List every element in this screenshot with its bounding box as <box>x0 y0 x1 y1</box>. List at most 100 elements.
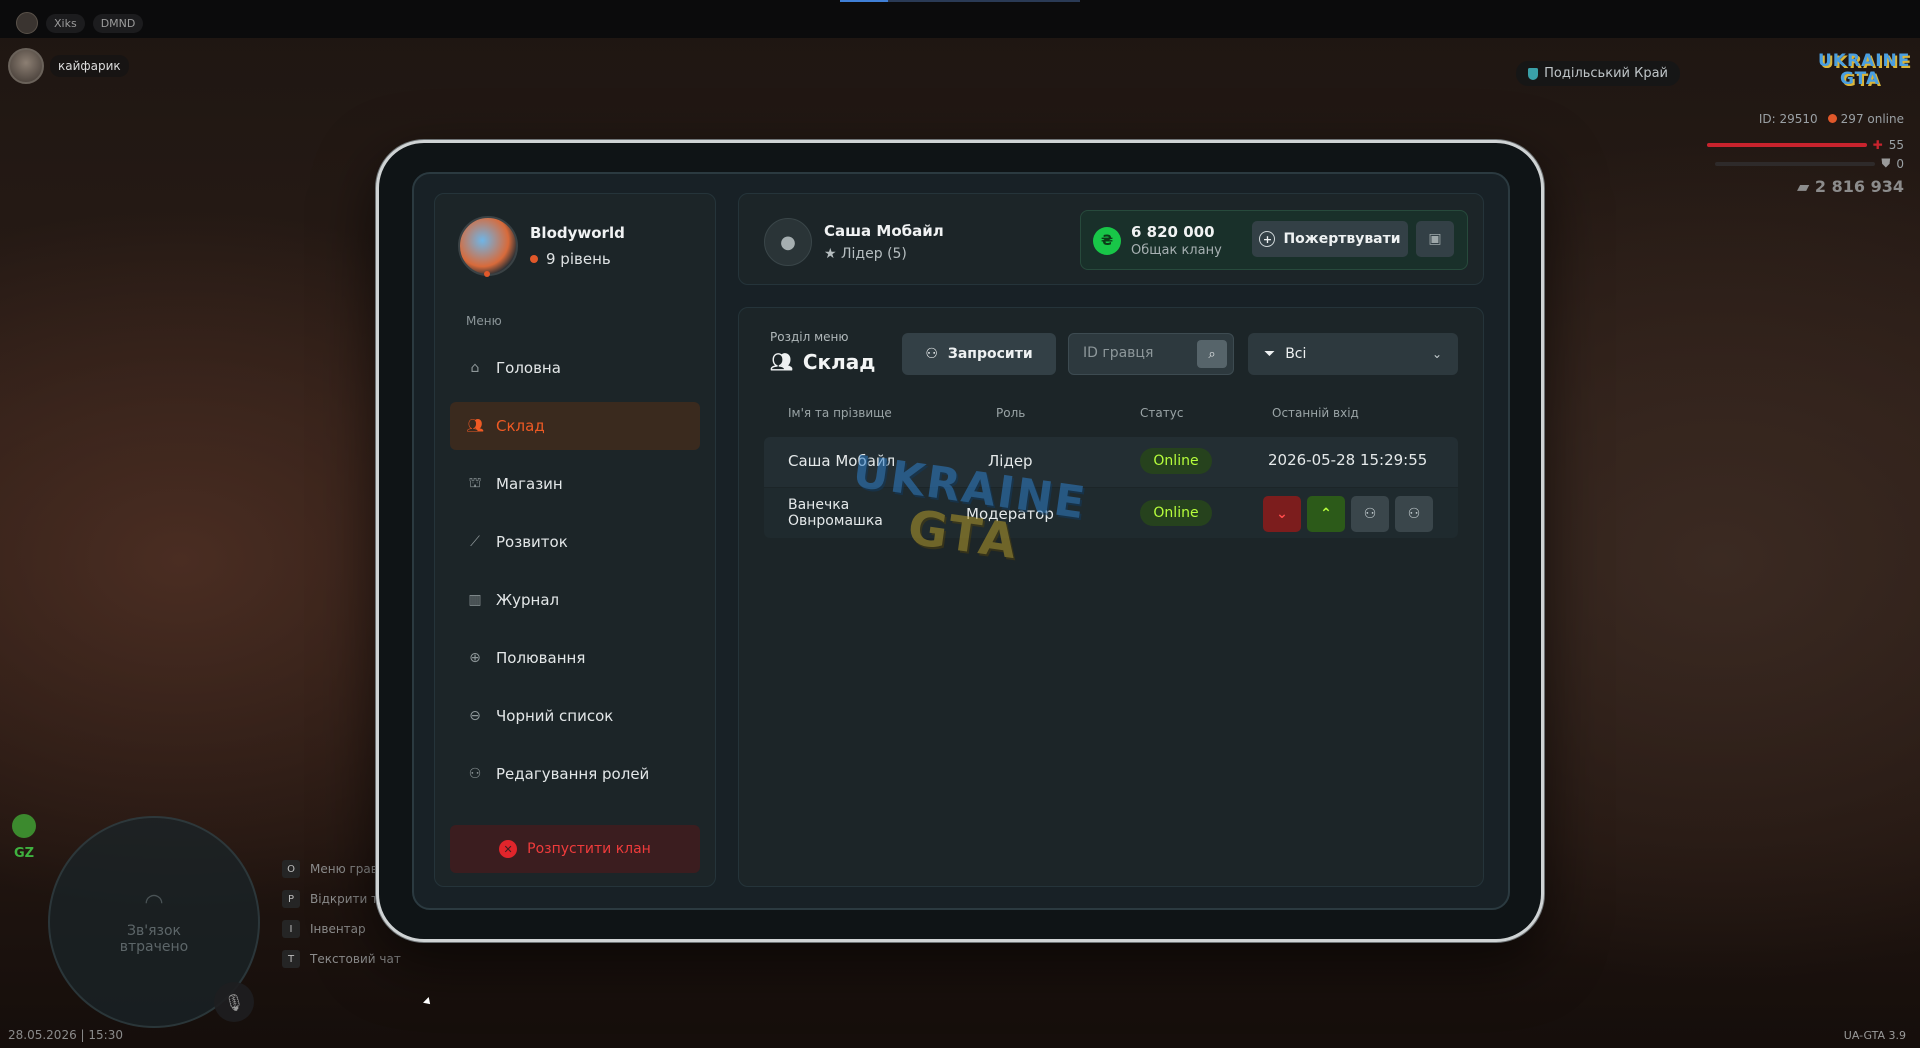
filter-icon: ⏷ <box>1264 346 1276 362</box>
column-header-last-login: Останній вхід <box>1272 406 1359 420</box>
sidebar-item-log[interactable]: ▥ Журнал <box>450 576 700 624</box>
sidebar-item-blacklist[interactable]: ⊖ Чорний список <box>450 692 700 740</box>
chart-icon: ⟋ <box>470 534 480 550</box>
book-icon: ▥ <box>468 592 482 608</box>
user-remove-icon: ⚇ <box>1363 506 1377 522</box>
mouse-cursor-icon <box>423 997 433 1007</box>
demote-button[interactable]: ⌄ <box>1263 496 1301 532</box>
loading-progress <box>840 0 1080 2</box>
user-edit-icon: ⚇ <box>468 766 482 782</box>
gz-label: GZ <box>13 846 35 861</box>
clan-name: Blodyworld <box>530 224 625 242</box>
column-header-role: Роль <box>996 406 1026 420</box>
player-search: ⌕ <box>1068 333 1234 375</box>
kick-member-button[interactable]: ⚇ <box>1351 496 1389 532</box>
safe-button[interactable]: ▣ <box>1416 221 1454 257</box>
menu-label: Меню <box>466 314 502 328</box>
close-circle-icon: ✕ <box>499 840 518 858</box>
server-chip: Подільський Край <box>1516 61 1680 86</box>
radar-status: Зв'язок втрачено <box>119 922 189 955</box>
gang-zone-indicator: GZ <box>12 814 36 861</box>
clan-avatar <box>458 216 518 277</box>
role-filter-select[interactable]: ⏷ Всі ⌄ <box>1248 333 1458 375</box>
player-chip: кайфарик <box>8 48 129 84</box>
page-title: 👥︎ Склад <box>770 350 876 374</box>
member-role: Модератор <box>966 505 1054 523</box>
money-value: 2 816 934 <box>1814 177 1904 196</box>
users-icon: 👥︎ <box>770 351 793 373</box>
leader-info: ● Саша Мобайл ★ Лідер (5) <box>764 218 944 266</box>
add-user-icon: ⚇ <box>925 346 938 362</box>
home-icon: ⌂ <box>470 360 480 376</box>
top-left-tags: Xiks DMND <box>16 12 144 34</box>
search-button[interactable]: ⌕ <box>1197 340 1227 368</box>
bank-amount: 6 820 000 <box>1131 223 1215 241</box>
datetime: 28.05.2026 | 15:30 <box>8 1028 123 1042</box>
armor-bar <box>1715 161 1876 166</box>
filter-value: Всі <box>1285 346 1307 362</box>
status-badge: Online <box>1140 500 1212 526</box>
game-logo: UKRAINE GTA <box>1818 51 1911 92</box>
basket-icon: ⛫ <box>468 475 482 491</box>
plus-circle-icon: + <box>1259 231 1276 247</box>
player-name: кайфарик <box>50 55 129 77</box>
sidebar-item-roles[interactable]: ⚇ Редагування ролей <box>450 750 700 798</box>
column-header-status: Статус <box>1140 406 1184 420</box>
health-cross-icon: ✚ <box>1872 138 1883 152</box>
disband-clan-button[interactable]: ✕ Розпустити клан <box>450 825 700 873</box>
player-id: ID: 29510 <box>1758 112 1818 126</box>
member-last-login: 2026-05-28 15:29:55 <box>1268 451 1428 469</box>
health-bar <box>1706 143 1867 147</box>
top-bar: Xiks DMND <box>0 0 1920 38</box>
clan-level: 9 рівень <box>530 250 625 268</box>
logo-line1: UKRAINE <box>1818 51 1911 71</box>
online-dot-icon <box>1827 114 1837 123</box>
armor-row: ⛊ 0 <box>1704 156 1904 171</box>
section-label: Розділ меню <box>770 330 849 344</box>
health-value: 55 <box>1888 138 1904 152</box>
mic-icon[interactable]: 🎙︎ <box>214 982 254 1022</box>
member-name: Саша Мобайл <box>788 452 896 470</box>
level-dot-icon <box>530 255 538 263</box>
chevron-down-icon: ⌄ <box>1431 347 1442 361</box>
avatar <box>8 48 44 84</box>
search-input[interactable] <box>1083 345 1193 361</box>
server-tag: DMND <box>92 13 144 33</box>
sidebar-item-hunting[interactable]: ⊕ Полювання <box>450 634 700 682</box>
sidebar-item-home[interactable]: ⌂ Головна <box>450 344 700 392</box>
money-display: ▰ 2 816 934 <box>1704 177 1904 196</box>
hint-item: T Текстовий чат <box>282 950 401 968</box>
hud-stats: ID: 29510 297 online ✚ 55 ⛊ 0 ▰ 2 816 93… <box>1704 112 1904 196</box>
sidebar-item-roster[interactable]: 👥︎ Склад <box>450 402 700 450</box>
logo-line2: GTA <box>1839 69 1881 89</box>
online-count: 297 online <box>1827 112 1904 126</box>
users-icon: 👥︎ <box>466 418 484 434</box>
hryvnia-coin-icon: ₴ <box>1093 227 1121 255</box>
column-header-name: Ім'я та прізвище <box>788 406 892 420</box>
gz-icon <box>12 814 36 838</box>
crosshair-icon: ⊕ <box>469 650 481 666</box>
invite-button[interactable]: ⚇ Запросити <box>902 333 1056 375</box>
search-icon: ⌕ <box>1208 346 1216 362</box>
sidebar-item-shop[interactable]: ⛫ Магазин <box>450 460 700 508</box>
armor-value: 0 <box>1896 156 1904 171</box>
hint-item: I Інвентар <box>282 920 401 938</box>
sidebar-menu: ⌂ Головна 👥︎ Склад ⛫ Магазин ⟋ Розвиток ▥ Жур… <box>450 344 700 808</box>
sidebar-item-development[interactable]: ⟋ Розвиток <box>450 518 700 566</box>
clan-profile: Blodyworld 9 рівень <box>458 216 625 277</box>
game-version: UA-GTA 3.9 <box>1843 1029 1906 1042</box>
status-badge: Online <box>1140 448 1212 474</box>
server-name: Подільський Край <box>1544 66 1668 81</box>
member-role: Лідер <box>988 452 1033 470</box>
member-options-button[interactable]: ⚇ <box>1395 496 1433 532</box>
health-row: ✚ 55 <box>1704 138 1904 152</box>
player-mini-avatar <box>16 12 38 34</box>
leader-name: Саша Мобайл <box>824 222 944 240</box>
leader-role: ★ Лідер (5) <box>824 246 907 262</box>
chevron-up-icon: ⌃ <box>1320 506 1332 522</box>
safe-icon: ▣ <box>1428 231 1442 247</box>
promote-button[interactable]: ⌃ <box>1307 496 1345 532</box>
user-add-icon: ⚇ <box>1407 506 1421 522</box>
player-tag: Xiks <box>46 13 85 33</box>
donate-button[interactable]: + Пожертвувати <box>1252 221 1408 257</box>
